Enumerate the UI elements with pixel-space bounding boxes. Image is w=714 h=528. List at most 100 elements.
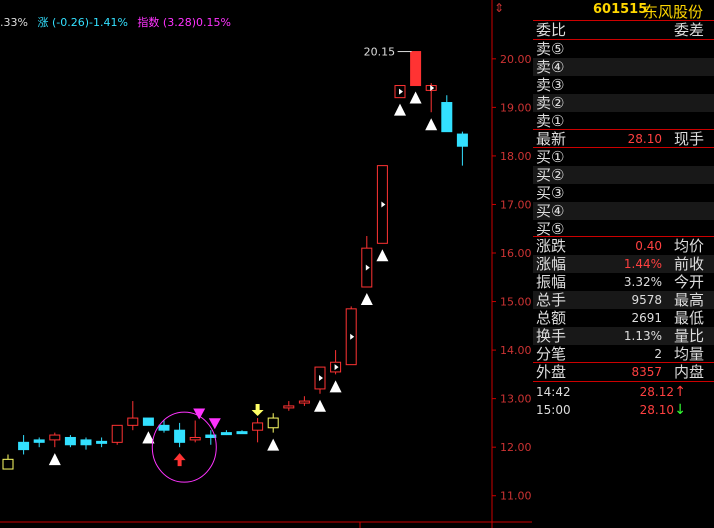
candle-body [174,429,186,443]
sell-row: 卖⑤ [533,40,714,58]
candle-body [49,434,61,441]
sell-row: 卖① [533,112,714,130]
weibi-row: 委比 委差 [533,21,714,39]
highlight-circle [151,411,217,483]
y-tick-label: 18.00 [500,150,532,163]
quote-panel: 601515 东风股份 委比 委差 卖⑤ 卖④ 卖③ 卖② 卖① 最新 28.10 现手… [533,0,714,528]
ticker-code: 601515 [593,2,648,17]
tick-time: 14:42 [536,385,571,399]
y-tick-label: 14.00 [500,344,532,357]
buy-signal-icon [267,438,280,451]
candle-body [33,439,45,443]
buy-signal-icon [409,91,422,104]
buy-row: 买③ [533,184,714,202]
stat-value: 9578 [631,293,662,307]
buy-signal-icon [48,453,61,466]
stat-row: 总额 2691 最低 [533,309,714,327]
sell-label: 卖① [536,112,565,130]
stat-row: 振幅 3.32% 今开 [533,273,714,291]
stat-row: 涨幅 1.44% 前收 [533,255,714,273]
stat-value: 3.32% [623,275,662,289]
buy-row: 买④ [533,202,714,220]
candle-body [267,417,279,429]
buy-row: 买② [533,166,714,184]
weibi-label: 委比 [536,21,567,39]
candle-body [298,400,310,404]
y-tick-label: 17.00 [500,198,532,211]
sell-row: 卖③ [533,76,714,94]
stat-value: 0.40 [635,239,662,253]
stat-label: 振幅 [536,273,567,291]
waipan-row: 外盘 8357 内盘 [533,363,714,381]
y-tick-label: 13.00 [500,393,532,406]
candle-body [158,424,170,431]
buy-signal-icon [425,118,438,131]
arrow-up-icon: ↑ [674,384,686,400]
candle-body [18,441,30,451]
stat-label-right: 今开 [673,273,704,291]
candle-body [142,417,154,426]
y-tick-label: 15.00 [500,296,532,309]
sell-label: 卖③ [536,76,565,94]
candle-body [127,417,139,426]
tick-time: 15:00 [536,403,571,417]
y-tick-label: 19.00 [500,101,532,114]
stat-label: 涨幅 [536,255,567,273]
stat-value: 2 [654,347,662,361]
candle-body [456,133,468,147]
stat-row: 涨跌 0.40 均价 [533,237,714,255]
peak-label: 20.15 [364,46,396,59]
y-tick-label: 12.00 [500,441,532,454]
stat-value: 1.13% [623,329,662,343]
candle-body [111,424,123,443]
stat-label-right: 量比 [673,327,704,345]
arrow-down-signal-icon [251,404,264,417]
candle-body [410,51,422,87]
candle-body [220,432,232,436]
stat-label-right: 前收 [673,255,704,273]
buy-label: 买② [536,166,565,184]
buy-signal-icon [360,292,373,305]
buy-row: 买① [533,148,714,166]
ticker-name: 东风股份 [643,3,704,21]
tick-price: 28.12 [639,385,674,399]
waipan-label: 外盘 [536,363,567,381]
stat-value: 2691 [631,311,662,325]
stat-label: 换手 [536,327,567,345]
tick-row: 14:42 28.12 ↑ [533,385,714,401]
buy-label: 买③ [536,184,565,202]
latest-label: 最新 [536,130,567,148]
buy-label: 买① [536,148,565,166]
candlestick-chart[interactable]: 20.15 20.00 19.00 18.00 17.00 16.00 15.00 14.0… [0,0,532,528]
stat-row: 分笔 2 均量 [533,345,714,363]
stat-value: 1.44% [623,257,662,271]
latest-value: 28.10 [627,132,662,146]
stat-label-right: 均量 [673,345,704,363]
stat-label-right: 最低 [673,309,704,327]
ticker-header: 601515 东风股份 [533,0,714,21]
stat-label: 涨跌 [536,237,567,255]
sell-label: 卖⑤ [536,40,565,58]
buy-signal-icon [394,103,406,116]
candle-body [236,431,248,435]
arrow-up-signal-icon [173,453,186,467]
scroll-arrow-icon: ⇕ [494,1,504,15]
candle-body [252,422,264,431]
y-tick-label: 11.00 [500,490,532,503]
sell-row: 卖④ [533,58,714,76]
buy-label: 买④ [536,202,565,220]
candle-body [441,102,453,133]
candle-body [2,458,14,470]
candle-body [189,436,201,441]
tick-row: 15:00 28.10 ↓ [533,403,714,419]
candle-body [96,440,108,444]
candle-body [283,405,295,409]
stat-label: 分笔 [536,345,567,363]
y-tick-label: 16.00 [500,247,532,260]
sell-label: 卖④ [536,58,565,76]
neipan-label: 内盘 [673,363,704,381]
sell-label: 卖② [536,94,565,112]
stat-label: 总手 [536,291,567,309]
buy-signal-icon [314,399,326,412]
stat-label: 总额 [536,309,567,327]
